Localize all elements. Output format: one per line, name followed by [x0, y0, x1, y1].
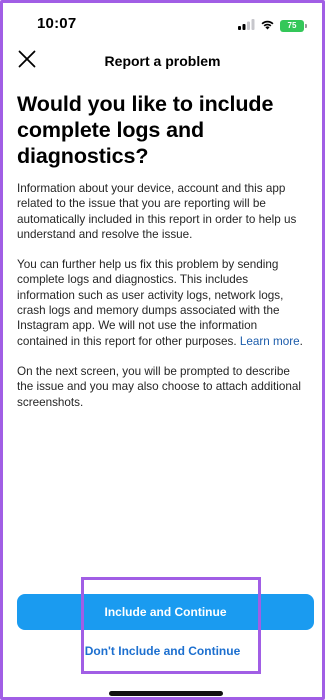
page-title: Report a problem — [104, 53, 221, 69]
screen-frame: 10:07 75 Report a problem Would you like… — [0, 0, 325, 700]
nav-bar: Report a problem — [3, 43, 322, 79]
cellular-signal-icon — [238, 17, 255, 35]
info-paragraph: Information about your device, account a… — [17, 182, 297, 241]
next-screen-paragraph: On the next screen, you will be prompted… — [17, 364, 301, 409]
status-time: 10:07 — [37, 15, 77, 32]
status-icons: 75 — [238, 17, 307, 35]
status-bar: 10:07 75 — [3, 3, 322, 47]
logs-paragraph: You can further help us fix this problem… — [17, 257, 308, 349]
include-and-continue-button[interactable]: Include and Continue — [17, 594, 314, 630]
battery-icon: 75 — [280, 20, 307, 32]
main-content: Would you like to include complete logs … — [17, 91, 308, 410]
home-indicator — [109, 691, 223, 696]
dont-include-and-continue-button[interactable]: Don't Include and Continue — [3, 644, 322, 664]
wifi-icon — [260, 17, 275, 35]
learn-more-link[interactable]: Learn more — [240, 335, 300, 348]
learn-more-suffix: . — [299, 334, 303, 348]
headline: Would you like to include complete logs … — [17, 92, 274, 168]
